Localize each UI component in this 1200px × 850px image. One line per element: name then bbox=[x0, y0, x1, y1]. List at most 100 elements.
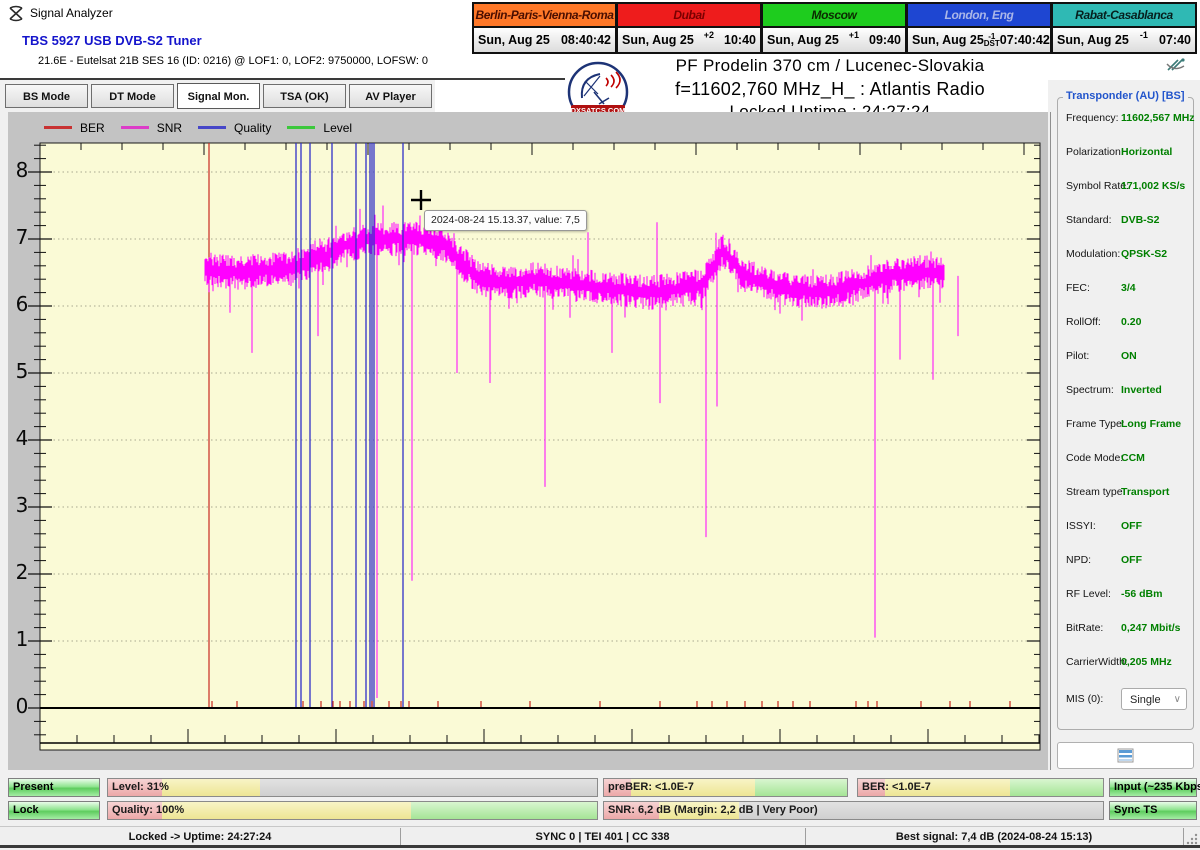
clock-date: Sun, Aug 25 bbox=[622, 33, 694, 47]
stream-icon bbox=[1117, 748, 1135, 764]
bar-segment bbox=[411, 802, 597, 819]
field-value: Transport bbox=[1121, 486, 1169, 498]
stream-info-button[interactable] bbox=[1057, 742, 1194, 769]
antenna-location: PF Prodelin 370 cm / Lucenec-Slovakia bbox=[590, 55, 1070, 77]
clock-date: Sun, Aug 25 bbox=[1057, 33, 1129, 47]
statusbar-uptime: Locked -> Uptime: 24:27:24 bbox=[0, 827, 400, 847]
y-axis-label: 6 bbox=[10, 292, 34, 320]
mis-label: MIS (0): bbox=[1066, 693, 1103, 705]
tab-av-player[interactable]: AV Player bbox=[349, 84, 432, 108]
bar-segment bbox=[260, 779, 597, 796]
field-value: Long Frame bbox=[1121, 418, 1181, 430]
tuner-details: 21.6E - Eutelsat 21B SES 16 (ID: 0216) @… bbox=[38, 55, 428, 67]
field-value: CCM bbox=[1121, 452, 1145, 464]
field-label: FEC: bbox=[1066, 282, 1090, 294]
field-value: OFF bbox=[1121, 520, 1142, 532]
statusbar-sync: SYNC 0 | TEI 401 | CC 338 bbox=[400, 827, 805, 847]
field-value: Horizontal bbox=[1121, 146, 1172, 158]
tab-dt-mode[interactable]: DT Mode bbox=[91, 84, 174, 108]
field-value: 171,002 KS/s bbox=[1121, 180, 1185, 192]
field-label: Polarization: bbox=[1066, 146, 1124, 158]
clock-utc-offset: -1 bbox=[1140, 30, 1148, 40]
panel-separator bbox=[1050, 112, 1051, 770]
mis-selected-value: Single bbox=[1130, 694, 1161, 706]
bar-label: SNR: 6,2 dB (Margin: 2,2 dB | Very Poor) bbox=[608, 802, 818, 819]
field-label: Frame Type: bbox=[1066, 418, 1125, 430]
field-value: -56 dBm bbox=[1121, 588, 1162, 600]
statusbar-divider bbox=[1183, 828, 1184, 846]
field-label: Stream type: bbox=[1066, 486, 1126, 498]
clock-time-row: Sun, Aug 25+210:40 bbox=[618, 28, 760, 52]
y-axis-label: 1 bbox=[10, 627, 34, 655]
bar-label: preBER: <1.0E-7 bbox=[608, 779, 694, 796]
clock-time: 07:40:42 bbox=[1000, 33, 1050, 47]
field-label: Standard: bbox=[1066, 214, 1112, 226]
progress-bar: preBER: <1.0E-7 bbox=[603, 778, 848, 797]
resize-grip[interactable] bbox=[1186, 832, 1198, 844]
window-title: Signal Analyzer bbox=[30, 6, 113, 20]
clock-panel-5: Rabat-CasablancaSun, Aug 25-107:40 bbox=[1052, 2, 1197, 54]
transponder-title: Transponder (AU) [BS] bbox=[1063, 90, 1188, 102]
field-label: RollOff: bbox=[1066, 316, 1101, 328]
field-value: 3/4 bbox=[1121, 282, 1136, 294]
progress-bar: SNR: 6,2 dB (Margin: 2,2 dB | Very Poor) bbox=[603, 801, 1104, 820]
field-label: RF Level: bbox=[1066, 588, 1111, 600]
statusbar-best-signal: Best signal: 7,4 dB (2024-08-24 15:13) bbox=[805, 827, 1183, 847]
tuner-name: TBS 5927 USB DVB-S2 Tuner bbox=[22, 33, 202, 48]
field-value: QPSK-S2 bbox=[1121, 248, 1167, 260]
mis-dropdown[interactable]: Single ∨ bbox=[1121, 688, 1187, 710]
field-value: OFF bbox=[1121, 554, 1142, 566]
status-bar: Locked -> Uptime: 24:27:24 SYNC 0 | TEI … bbox=[0, 826, 1200, 847]
status-badge: Lock bbox=[8, 801, 100, 820]
clock-date: Sun, Aug 25 bbox=[912, 33, 984, 47]
field-label: NPD: bbox=[1066, 554, 1091, 566]
progress-bar: BER: <1.0E-7 bbox=[857, 778, 1104, 797]
status-badge: Present bbox=[8, 778, 100, 797]
bar-segment bbox=[162, 802, 411, 819]
field-value: ON bbox=[1121, 350, 1137, 362]
tab-tsa-ok[interactable]: TSA (OK) bbox=[263, 84, 346, 108]
y-axis-label: 5 bbox=[10, 359, 34, 387]
clock-city: Rabat-Casablanca bbox=[1053, 4, 1195, 28]
tab-bs-mode[interactable]: BS Mode bbox=[5, 84, 88, 108]
y-axis-label: 8 bbox=[10, 158, 34, 186]
field-label: ISSYI: bbox=[1066, 520, 1096, 532]
world-clocks: Berlin-Paris-Vienna-RomaSun, Aug 2508:40… bbox=[472, 2, 1197, 54]
clock-time: 10:40 bbox=[724, 33, 756, 47]
field-label: Pilot: bbox=[1066, 350, 1089, 362]
clock-time-row: Sun, Aug 2508:40:42 bbox=[474, 28, 615, 52]
clock-panel-3: MoscowSun, Aug 25+109:40 bbox=[762, 2, 907, 54]
bar-segment bbox=[1010, 779, 1103, 796]
field-value: 0,247 Mbit/s bbox=[1121, 622, 1181, 634]
field-label: Frequency: bbox=[1066, 112, 1119, 124]
field-label: Code Mode: bbox=[1066, 452, 1123, 464]
clock-panel-4: London, EngSun, Aug 25-1DST07:40:42 bbox=[907, 2, 1052, 54]
clock-time-row: Sun, Aug 25-1DST07:40:42 bbox=[908, 28, 1050, 52]
field-label: Modulation: bbox=[1066, 248, 1120, 260]
bar-segment bbox=[755, 779, 847, 796]
offset-dst: DST bbox=[984, 40, 1000, 47]
mode-tabs: BS ModeDT ModeSignal Mon.TSA (OK)AV Play… bbox=[5, 84, 432, 109]
window-bottom-edge bbox=[0, 845, 1200, 848]
chart-tooltip: 2024-08-24 15.13.37, value: 7,5 bbox=[424, 210, 587, 231]
bar-label: Level: 31% bbox=[112, 779, 169, 796]
status-badge: Input (~235 Kbps) bbox=[1109, 778, 1197, 797]
clock-time-row: Sun, Aug 25-107:40 bbox=[1053, 28, 1195, 52]
y-axis-label: 7 bbox=[10, 225, 34, 253]
clock-date: Sun, Aug 25 bbox=[767, 33, 839, 47]
app-icon bbox=[8, 5, 25, 22]
field-label: CarrierWidth: bbox=[1066, 656, 1128, 668]
bar-label: BER: <1.0E-7 bbox=[862, 779, 931, 796]
clock-city: Dubai bbox=[618, 4, 760, 28]
field-value: 11602,567 MHz bbox=[1121, 112, 1195, 124]
signal-chart[interactable]: BERSNRQualityLevel 012345678 2024-08-24 … bbox=[8, 112, 1048, 770]
clock-utc-offset: -1DST bbox=[984, 33, 1000, 47]
frequency-title: f=11602,760 MHz_H_ : Atlantis Radio bbox=[590, 77, 1070, 101]
tab-signal-mon[interactable]: Signal Mon. bbox=[177, 83, 260, 109]
clock-city: Berlin-Paris-Vienna-Roma bbox=[474, 4, 615, 28]
plot-area[interactable] bbox=[40, 143, 1040, 750]
clock-city: Moscow bbox=[763, 4, 905, 28]
progress-bar: Quality: 100% bbox=[107, 801, 598, 820]
clock-time: 08:40:42 bbox=[561, 33, 611, 47]
field-value: 0,205 MHz bbox=[1121, 656, 1172, 668]
